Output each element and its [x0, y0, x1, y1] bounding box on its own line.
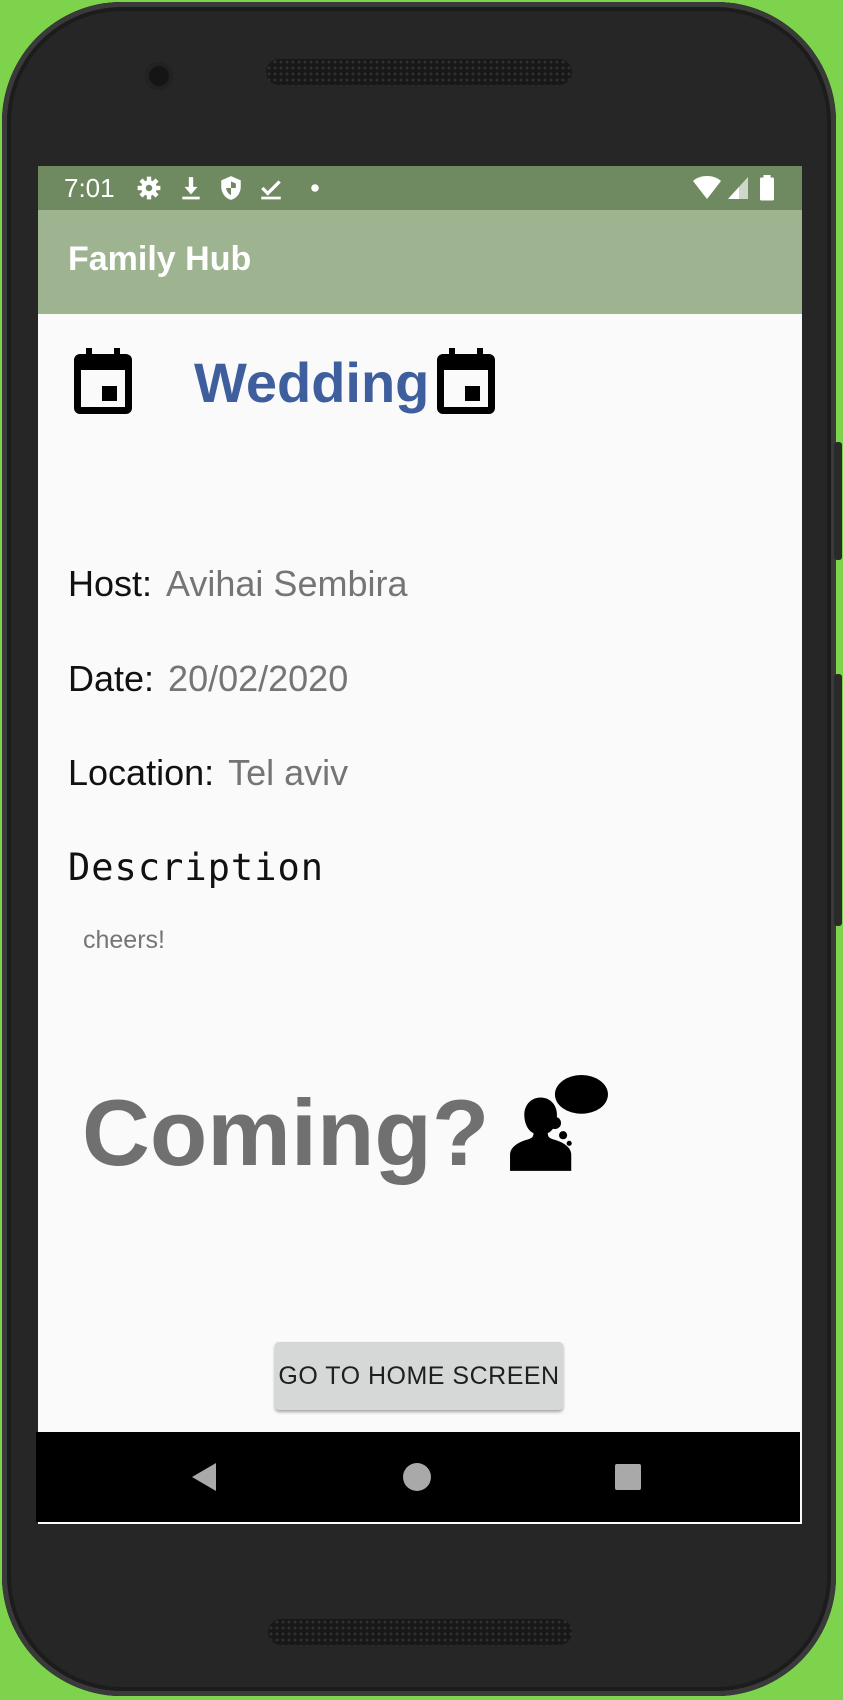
location-value: Tel aviv — [228, 752, 349, 793]
gear-icon — [137, 176, 161, 200]
host-value: Avihai Sembira — [166, 563, 408, 604]
home-icon[interactable] — [397, 1457, 437, 1497]
calendar-icon — [74, 348, 132, 414]
host-row: Host: Avihai Sembira — [68, 563, 407, 605]
calendar-icon — [437, 348, 495, 414]
description-text: cheers! — [83, 926, 165, 954]
navigation-bar — [36, 1432, 800, 1522]
back-icon[interactable] — [186, 1457, 226, 1497]
top-speaker — [266, 59, 572, 85]
event-title: Wedding — [194, 351, 430, 414]
recents-icon[interactable] — [608, 1457, 648, 1497]
coming-prompt: Coming? — [82, 1080, 490, 1185]
shield-icon — [221, 176, 241, 200]
battery-icon — [760, 175, 774, 201]
date-label: Date: — [68, 658, 155, 699]
power-button — [834, 442, 842, 560]
app-title: Family Hub — [68, 240, 252, 278]
location-row: Location: Tel aviv — [68, 752, 348, 794]
date-row: Date: 20/02/2020 — [68, 658, 348, 700]
status-time: 7:01 — [64, 173, 115, 203]
download-icon — [182, 177, 200, 200]
app-bar: Family Hub — [38, 210, 802, 314]
status-bar: 7:01 — [38, 166, 802, 210]
volume-button — [834, 674, 842, 926]
dot-icon — [311, 184, 319, 192]
bottom-speaker — [268, 1619, 572, 1645]
front-camera — [145, 62, 173, 90]
go-to-home-button[interactable]: GO TO HOME SCREEN — [275, 1342, 563, 1410]
wifi-icon — [693, 176, 721, 199]
description-heading: Description — [68, 846, 325, 889]
screen: 7:01 Family Hub Wedding Host: Avihai Sem… — [38, 166, 802, 1524]
location-label: Location: — [68, 752, 215, 793]
date-value: 20/02/2020 — [168, 658, 349, 699]
signal-icon — [728, 177, 748, 199]
host-label: Host: — [68, 563, 153, 604]
check-icon — [261, 180, 281, 200]
thinking-person-icon[interactable] — [508, 1074, 610, 1176]
